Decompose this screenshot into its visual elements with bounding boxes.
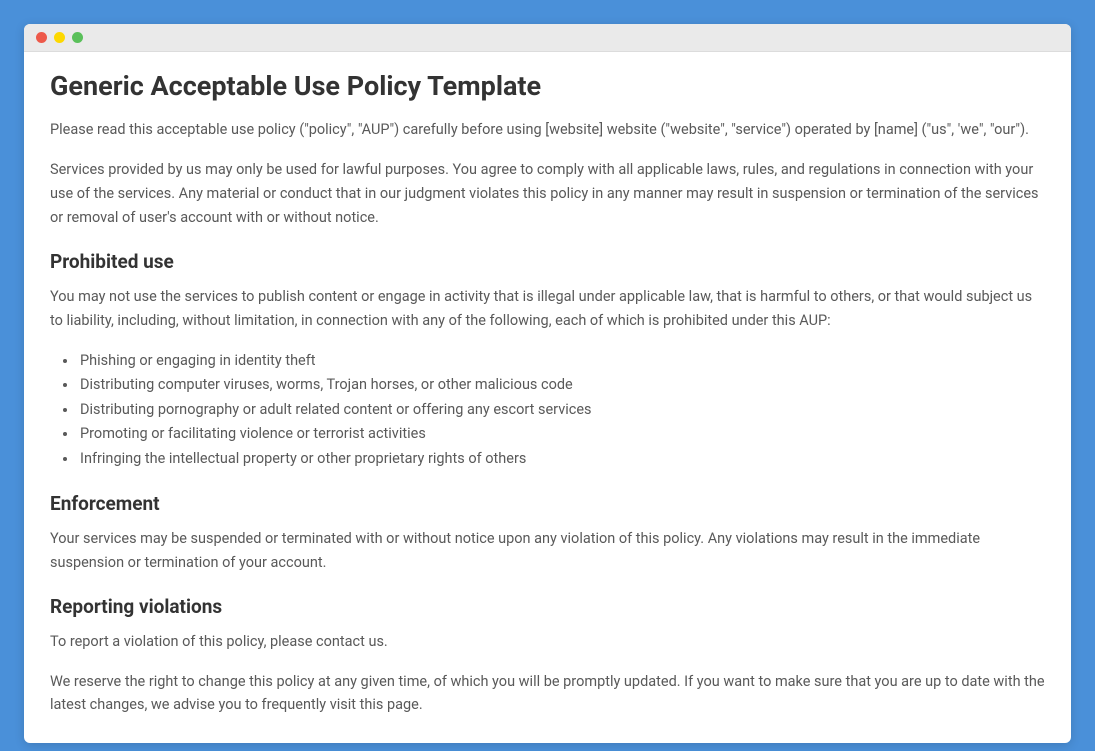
list-item: Phishing or engaging in identity theft	[78, 349, 1045, 374]
window-titlebar	[24, 24, 1071, 52]
reporting-paragraph-1: To report a violation of this policy, pl…	[50, 630, 1045, 654]
enforcement-paragraph: Your services may be suspended or termin…	[50, 527, 1045, 575]
section-heading-enforcement: Enforcement	[50, 492, 1045, 515]
page-title: Generic Acceptable Use Policy Template	[50, 70, 1045, 102]
list-item: Distributing pornography or adult relate…	[78, 398, 1045, 423]
document-window: Generic Acceptable Use Policy Template P…	[24, 24, 1071, 743]
prohibited-bullet-list: Phishing or engaging in identity theft D…	[50, 349, 1045, 472]
reporting-paragraph-2: We reserve the right to change this poli…	[50, 670, 1045, 718]
prohibited-paragraph: You may not use the services to publish …	[50, 285, 1045, 333]
list-item: Distributing computer viruses, worms, Tr…	[78, 373, 1045, 398]
section-heading-prohibited: Prohibited use	[50, 250, 1045, 273]
section-heading-reporting: Reporting violations	[50, 595, 1045, 618]
list-item: Infringing the intellectual property or …	[78, 447, 1045, 472]
maximize-icon[interactable]	[72, 32, 83, 43]
close-icon[interactable]	[36, 32, 47, 43]
intro-paragraph-2: Services provided by us may only be used…	[50, 158, 1045, 230]
document-content: Generic Acceptable Use Policy Template P…	[24, 52, 1071, 743]
minimize-icon[interactable]	[54, 32, 65, 43]
intro-paragraph-1: Please read this acceptable use policy (…	[50, 118, 1045, 142]
list-item: Promoting or facilitating violence or te…	[78, 422, 1045, 447]
